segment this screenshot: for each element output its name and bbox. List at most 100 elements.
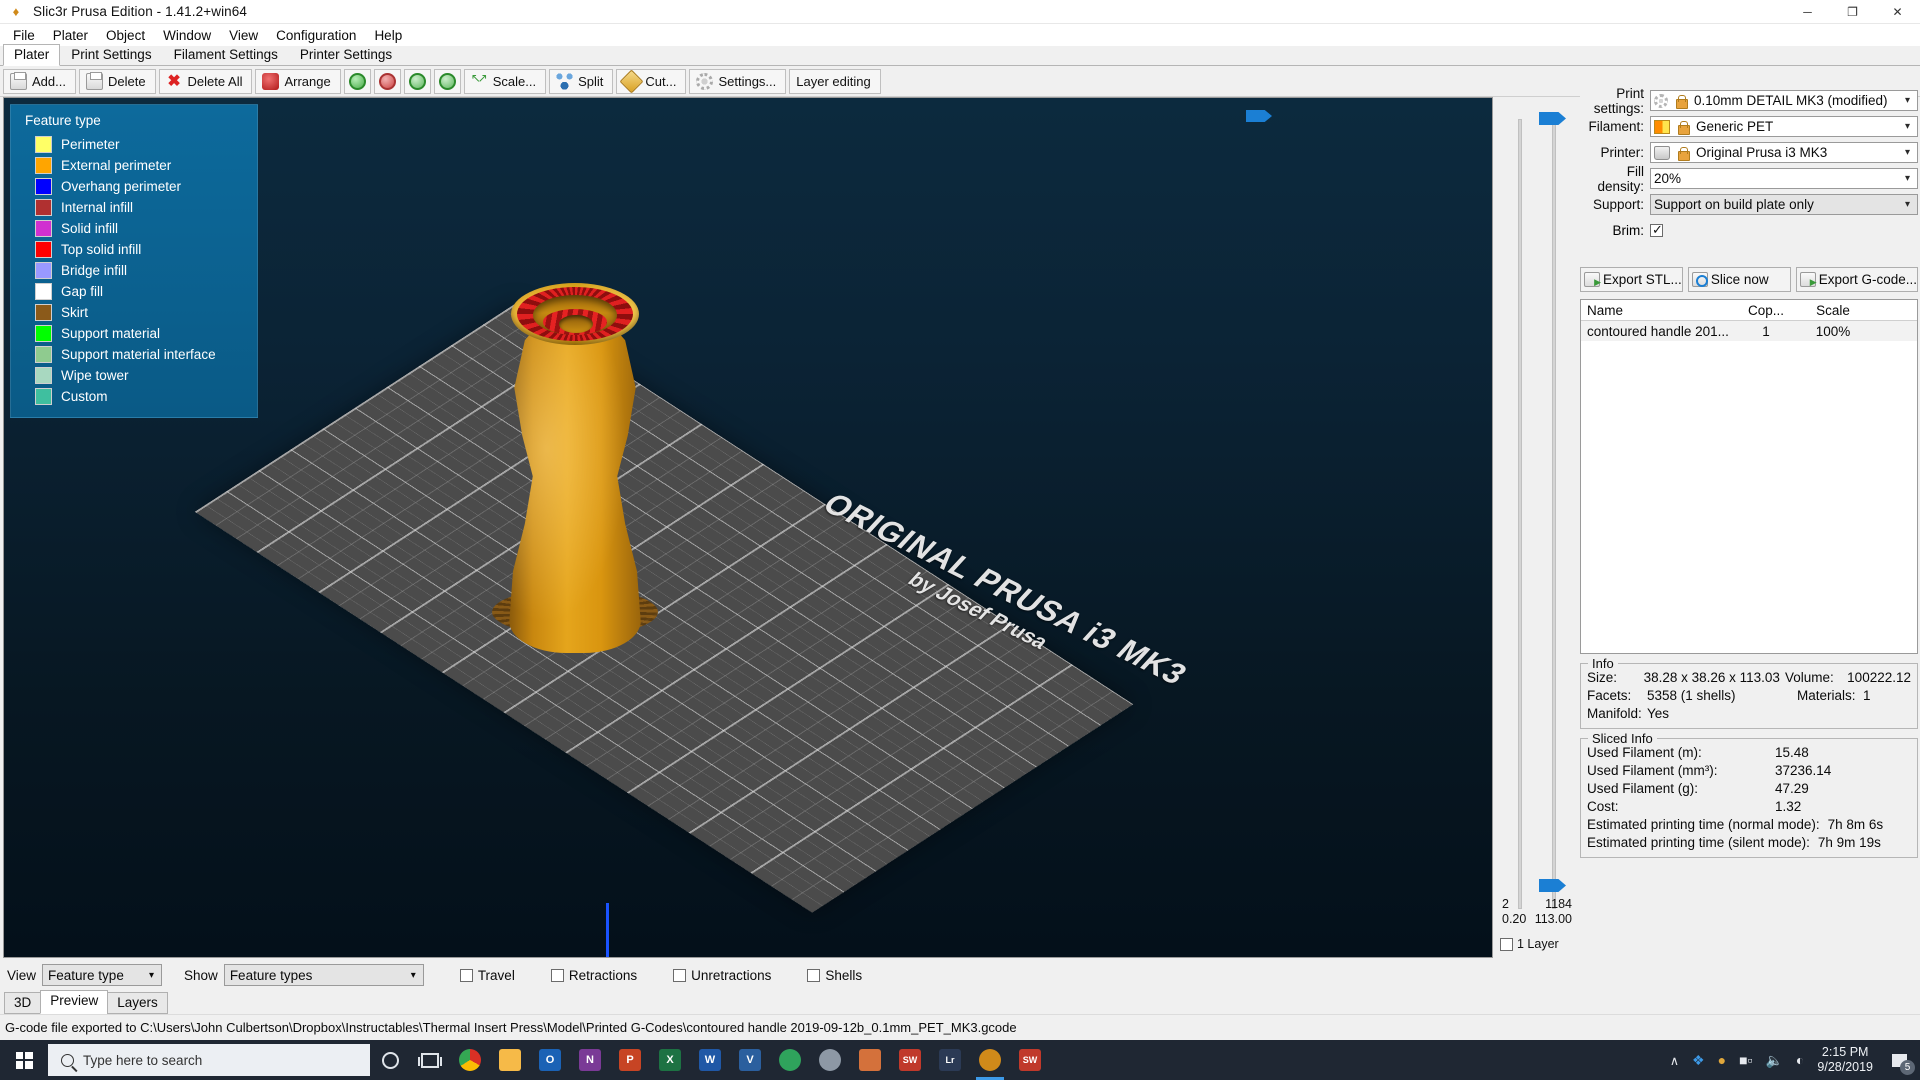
slice-now-button[interactable]: Slice now (1687, 267, 1791, 292)
notification-center-button[interactable]: 5 (1886, 1047, 1915, 1075)
menu-item-plater[interactable]: Plater (44, 26, 97, 45)
volume-icon[interactable]: 🔈 (1765, 1052, 1782, 1069)
chevron-down-icon[interactable]: ▾ (1905, 173, 1915, 184)
layer-editing-button[interactable]: Layer editing (789, 68, 881, 94)
settings-button[interactable]: Settings... (689, 68, 787, 94)
arrange-button[interactable]: Arrange (255, 68, 341, 94)
taskbar-app-lightroom[interactable]: Lr (930, 1040, 970, 1080)
brim-checkbox[interactable] (1650, 222, 1663, 238)
tab-layers[interactable]: Layers (107, 992, 168, 1014)
taskbar-search-input[interactable]: Type here to search (48, 1044, 370, 1076)
minimize-button[interactable]: ─ (1785, 0, 1830, 24)
taskbar-app-excel[interactable]: X (650, 1040, 690, 1080)
dropbox-icon[interactable]: ❖ (1692, 1052, 1705, 1069)
shells-checkbox-row[interactable]: Shells (807, 968, 862, 983)
rotate-cw-button[interactable] (433, 68, 461, 94)
taskbar-clock[interactable]: 2:15 PM 9/28/2019 (1817, 1045, 1873, 1075)
cut-button[interactable]: Cut... (616, 68, 687, 94)
rotate-cw-icon (438, 72, 456, 90)
layer-bottom-index: 2 (1502, 897, 1509, 911)
menu-item-file[interactable]: File (4, 26, 44, 45)
taskbar-app-onenote[interactable]: N (570, 1040, 610, 1080)
split-button[interactable]: Split (549, 68, 614, 94)
export-gcode-button[interactable]: Export G-code... (1795, 267, 1919, 292)
taskbar-app-slic3r[interactable] (970, 1040, 1010, 1080)
cortana-button[interactable] (370, 1040, 410, 1080)
export-stl-button[interactable]: Export STL... (1580, 267, 1683, 292)
chevron-down-icon[interactable]: ▾ (1905, 199, 1915, 210)
retractions-checkbox-row[interactable]: Retractions (550, 968, 637, 983)
taskbar-app-cad[interactable] (810, 1040, 850, 1080)
taskbar-app-chrome[interactable] (450, 1040, 490, 1080)
legend-item-wipe-tower: Wipe tower (21, 365, 247, 386)
start-button[interactable] (0, 1040, 48, 1080)
layer-slider-track-right[interactable] (1552, 119, 1556, 909)
chevron-down-icon[interactable]: ▾ (411, 970, 421, 981)
wifi-icon[interactable]: ◐ (1796, 1052, 1804, 1068)
tab-printer-settings[interactable]: Printer Settings (289, 44, 403, 65)
one-layer-checkbox[interactable] (1500, 937, 1513, 951)
chevron-down-icon[interactable]: ▾ (1905, 95, 1915, 106)
chevron-down-icon[interactable]: ▾ (1905, 121, 1915, 132)
battery-icon[interactable]: ■▫ (1739, 1052, 1752, 1068)
taskbar-app-solidworks[interactable]: SW (890, 1040, 930, 1080)
one-layer-checkbox-row[interactable]: 1 Layer (1500, 937, 1559, 951)
travel-checkbox-row[interactable]: Travel (459, 968, 515, 983)
tab-3d[interactable]: 3D (4, 992, 42, 1014)
layer-slider-track-left[interactable] (1518, 119, 1522, 909)
taskbar-app-file-explorer[interactable] (490, 1040, 530, 1080)
menu-item-view[interactable]: View (220, 26, 267, 45)
tab-print-settings[interactable]: Print Settings (60, 44, 162, 65)
increase-copies-button[interactable] (343, 68, 371, 94)
layer-slider-thumb-lower[interactable] (1539, 879, 1566, 892)
fill-density-combo[interactable]: 20% ▾ (1650, 168, 1918, 189)
delete-all-button[interactable]: ✖ Delete All (158, 68, 253, 94)
filament-value: Generic PET (1696, 119, 1774, 134)
menu-item-window[interactable]: Window (154, 26, 220, 45)
view-combo[interactable]: Feature type ▾ (42, 964, 163, 986)
tab-preview[interactable]: Preview (40, 990, 109, 1014)
scale-button[interactable]: Scale... (463, 68, 547, 94)
show-combo[interactable]: Feature types ▾ (223, 964, 424, 986)
menu-item-object[interactable]: Object (97, 26, 154, 45)
tab-plater[interactable]: Plater (3, 44, 61, 66)
unretractions-checkbox-row[interactable]: Unretractions (673, 968, 771, 983)
preview-3d-viewport[interactable]: ORIGINAL PRUSA i3 MK3 by Josef Prusa Fea… (3, 97, 1493, 958)
travel-checkbox[interactable] (459, 968, 473, 982)
taskbar-app-opera[interactable] (770, 1040, 810, 1080)
support-combo[interactable]: Support on build plate only ▾ (1650, 194, 1918, 215)
menu-item-configuration[interactable]: Configuration (267, 26, 365, 45)
chevron-down-icon[interactable]: ▾ (1905, 147, 1915, 158)
show-value: Feature types (229, 967, 313, 983)
chevron-down-icon[interactable]: ▾ (149, 970, 159, 981)
maximize-button[interactable]: ❐ (1830, 0, 1875, 24)
tray-chevron-up-icon[interactable]: ∧ (1670, 1053, 1679, 1068)
filament-combo[interactable]: Generic PET ▾ (1650, 116, 1918, 137)
taskbar-app-word[interactable]: W (690, 1040, 730, 1080)
unretractions-checkbox[interactable] (673, 968, 687, 982)
delete-object-button[interactable]: Delete (78, 68, 156, 94)
taskbar-app-photos[interactable] (850, 1040, 890, 1080)
layer-slider-thumb-upper[interactable] (1539, 112, 1566, 125)
add-object-button[interactable]: Add... (3, 68, 76, 94)
retractions-checkbox[interactable] (550, 968, 564, 982)
object-list-table[interactable]: Name Cop... Scale contoured handle 201..… (1580, 299, 1918, 654)
gear-icon (1654, 93, 1668, 108)
menu-item-help[interactable]: Help (365, 26, 411, 45)
close-button[interactable]: ✕ (1875, 0, 1920, 24)
taskbar-app-outlook[interactable]: O (530, 1040, 570, 1080)
taskbar-app-visio[interactable]: V (730, 1040, 770, 1080)
printer-combo[interactable]: Original Prusa i3 MK3 ▾ (1650, 142, 1918, 163)
shells-checkbox[interactable] (807, 968, 821, 982)
rotate-ccw-button[interactable] (403, 68, 431, 94)
print-settings-combo[interactable]: 0.10mm DETAIL MK3 (modified) ▾ (1650, 90, 1918, 111)
onedrive-icon[interactable]: ● (1718, 1052, 1726, 1068)
sliced-model-preview[interactable] (492, 243, 658, 653)
table-row[interactable]: contoured handle 201... 1 100% (1581, 321, 1917, 341)
decrease-copies-button[interactable] (373, 68, 401, 94)
taskbar-app-solidworks2[interactable]: SW (1010, 1040, 1050, 1080)
tab-filament-settings[interactable]: Filament Settings (163, 44, 289, 65)
taskbar-app-powerpoint[interactable]: P (610, 1040, 650, 1080)
task-view-button[interactable] (410, 1040, 450, 1080)
legend-label-top-solid-infill: Top solid infill (61, 242, 142, 257)
